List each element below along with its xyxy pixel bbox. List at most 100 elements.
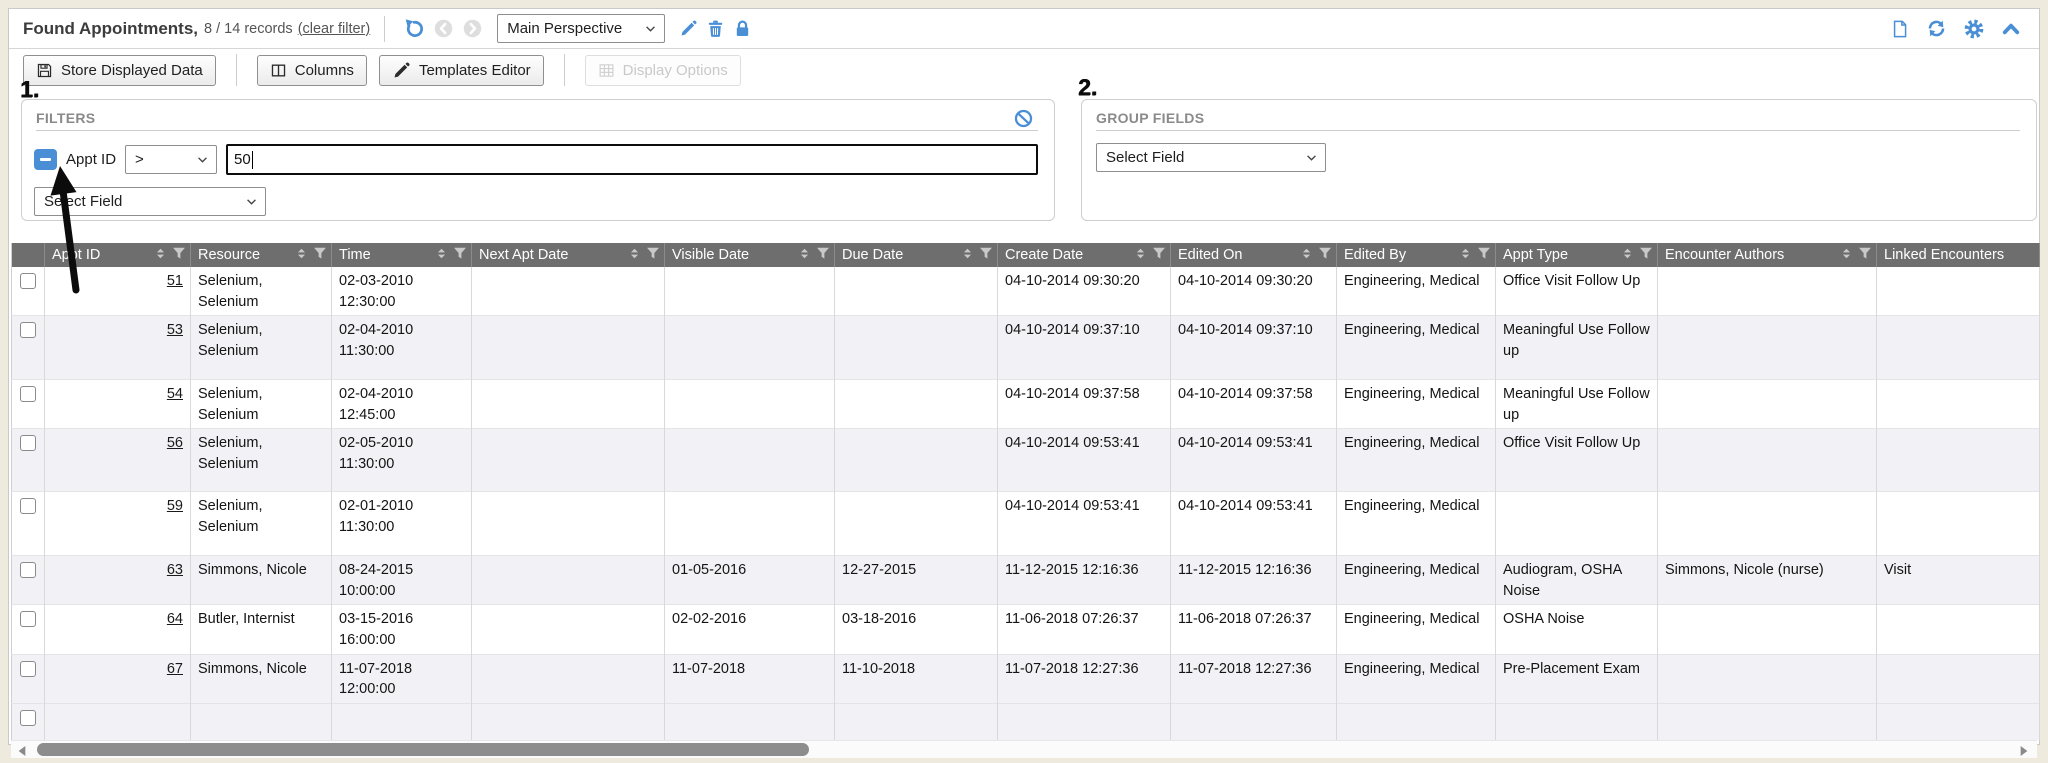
appt-id-link[interactable]: 67 xyxy=(167,661,183,677)
column-header-next_apt_date[interactable]: Next Apt Date xyxy=(472,243,665,267)
sort-icon[interactable] xyxy=(1459,247,1472,264)
sort-icon[interactable] xyxy=(961,247,974,264)
store-displayed-data-button[interactable]: Store Displayed Data xyxy=(23,55,216,86)
new-document-icon[interactable] xyxy=(1890,19,1910,39)
undo-icon[interactable] xyxy=(403,18,425,40)
page: Found Appointments, 8 / 14 records (clea… xyxy=(0,0,2048,763)
filter-funnel-icon[interactable] xyxy=(313,246,327,264)
appt-id-link[interactable]: 54 xyxy=(167,386,183,402)
column-header-resource[interactable]: Resource xyxy=(191,243,332,267)
row-checkbox[interactable] xyxy=(20,498,36,514)
appt-id-link[interactable]: 53 xyxy=(167,322,183,338)
filters-heading: FILTERS xyxy=(36,110,1038,126)
cell-empty xyxy=(472,703,665,740)
sort-icon[interactable] xyxy=(798,247,811,264)
row-checkbox[interactable] xyxy=(20,386,36,402)
column-header-time[interactable]: Time xyxy=(332,243,472,267)
sort-icon[interactable] xyxy=(1300,247,1313,264)
sort-icon[interactable] xyxy=(435,247,448,264)
filter-funnel-icon[interactable] xyxy=(1477,246,1491,264)
filter-operator-select[interactable]: > xyxy=(125,145,217,174)
row-checkbox[interactable] xyxy=(20,661,36,677)
clear-all-filters-icon[interactable] xyxy=(1013,108,1034,129)
filter-funnel-icon[interactable] xyxy=(1858,246,1872,264)
sort-icon[interactable] xyxy=(1621,247,1634,264)
column-header-visible_date[interactable]: Visible Date xyxy=(665,243,835,267)
appt-id-link[interactable]: 59 xyxy=(167,498,183,514)
sort-icon[interactable] xyxy=(1134,247,1147,264)
appt-id-link[interactable]: 63 xyxy=(167,562,183,578)
delete-perspective-icon[interactable] xyxy=(706,19,725,38)
refresh-icon[interactable] xyxy=(1926,18,1947,39)
column-header-appt_type[interactable]: Appt Type xyxy=(1496,243,1658,267)
filter-funnel-icon[interactable] xyxy=(172,246,186,264)
cell-edited_on: 11-07-2018 12:27:36 xyxy=(1171,654,1337,703)
add-filter-field-select[interactable]: Select Field xyxy=(34,187,266,216)
templates-editor-button[interactable]: Templates Editor xyxy=(379,55,544,86)
divider xyxy=(384,16,385,42)
settings-gear-icon[interactable] xyxy=(1963,18,1985,40)
cell-next_apt_date xyxy=(472,267,665,316)
column-header-edited_on[interactable]: Edited On xyxy=(1171,243,1337,267)
previous-perspective-icon[interactable] xyxy=(433,18,454,39)
perspective-select[interactable]: Main Perspective xyxy=(497,14,665,43)
sort-icon[interactable] xyxy=(628,247,641,264)
collapse-chevron-up-icon[interactable] xyxy=(2001,19,2021,39)
filter-funnel-icon[interactable] xyxy=(646,246,660,264)
pencil-icon xyxy=(392,61,411,80)
group-field-select[interactable]: Select Field xyxy=(1096,143,1326,172)
cell-due_date xyxy=(835,380,998,429)
scroll-right-arrow[interactable] xyxy=(2019,744,2029,762)
display-options-button[interactable]: Display Options xyxy=(585,55,741,86)
app-window: Found Appointments, 8 / 14 records (clea… xyxy=(8,8,2040,745)
appt-id-link[interactable]: 64 xyxy=(167,611,183,627)
lock-perspective-icon[interactable] xyxy=(733,19,752,38)
cell-create_date: 11-12-2015 12:16:36 xyxy=(998,556,1171,605)
row-checkbox[interactable] xyxy=(20,435,36,451)
cell-resource: Simmons, Nicole xyxy=(191,654,332,703)
clear-filter-link[interactable]: (clear filter) xyxy=(298,21,371,37)
cell-visible_date xyxy=(665,316,835,380)
cell-appt_id: 63 xyxy=(45,556,191,605)
sort-icon[interactable] xyxy=(1840,247,1853,264)
edit-perspective-icon[interactable] xyxy=(679,19,698,38)
filter-funnel-icon[interactable] xyxy=(1318,246,1332,264)
column-header-appt_id[interactable]: Appt ID xyxy=(45,243,191,267)
scroll-left-arrow[interactable] xyxy=(17,744,27,762)
filter-funnel-icon[interactable] xyxy=(979,246,993,264)
column-header-create_date[interactable]: Create Date xyxy=(998,243,1171,267)
sort-icon[interactable] xyxy=(295,247,308,264)
filter-funnel-icon[interactable] xyxy=(816,246,830,264)
appt-id-link[interactable]: 51 xyxy=(167,273,183,289)
scrollbar-thumb[interactable] xyxy=(37,743,809,756)
sort-icon[interactable] xyxy=(154,247,167,264)
filter-funnel-icon[interactable] xyxy=(453,246,467,264)
next-perspective-icon[interactable] xyxy=(462,18,483,39)
table-row: 64Butler, Internist03-15-2016 16:00:0002… xyxy=(12,605,2040,654)
filter-funnel-icon[interactable] xyxy=(1639,246,1653,264)
row-checkbox[interactable] xyxy=(20,562,36,578)
column-header-edited_by[interactable]: Edited By xyxy=(1337,243,1496,267)
filter-funnel-icon[interactable] xyxy=(1152,246,1166,264)
appt-id-link[interactable]: 56 xyxy=(167,435,183,451)
divider xyxy=(36,130,1038,131)
cell-encounter_authors xyxy=(1658,267,1877,316)
columns-button[interactable]: Columns xyxy=(257,55,367,86)
column-header-due_date[interactable]: Due Date xyxy=(835,243,998,267)
filter-value-input[interactable]: 50 xyxy=(226,144,1038,175)
chevron-down-icon xyxy=(1306,154,1317,161)
row-checkbox[interactable] xyxy=(20,611,36,627)
column-header-encounter_authors[interactable]: Encounter Authors xyxy=(1658,243,1877,267)
cell-time: 03-15-2016 16:00:00 xyxy=(332,605,472,654)
remove-filter-button[interactable] xyxy=(34,149,57,170)
row-checkbox[interactable] xyxy=(20,322,36,338)
divider xyxy=(564,54,565,86)
group-field-value: Select Field xyxy=(1106,149,1184,166)
title-bar: Found Appointments, 8 / 14 records (clea… xyxy=(9,9,2039,49)
cell-next_apt_date xyxy=(472,380,665,429)
column-header-linked_encounters[interactable]: Linked Encounters xyxy=(1877,243,2040,267)
row-checkbox[interactable] xyxy=(20,273,36,289)
cell-appt_type: Office Visit Follow Up xyxy=(1496,267,1658,316)
row-checkbox[interactable] xyxy=(20,710,36,726)
columns-icon xyxy=(270,62,287,79)
